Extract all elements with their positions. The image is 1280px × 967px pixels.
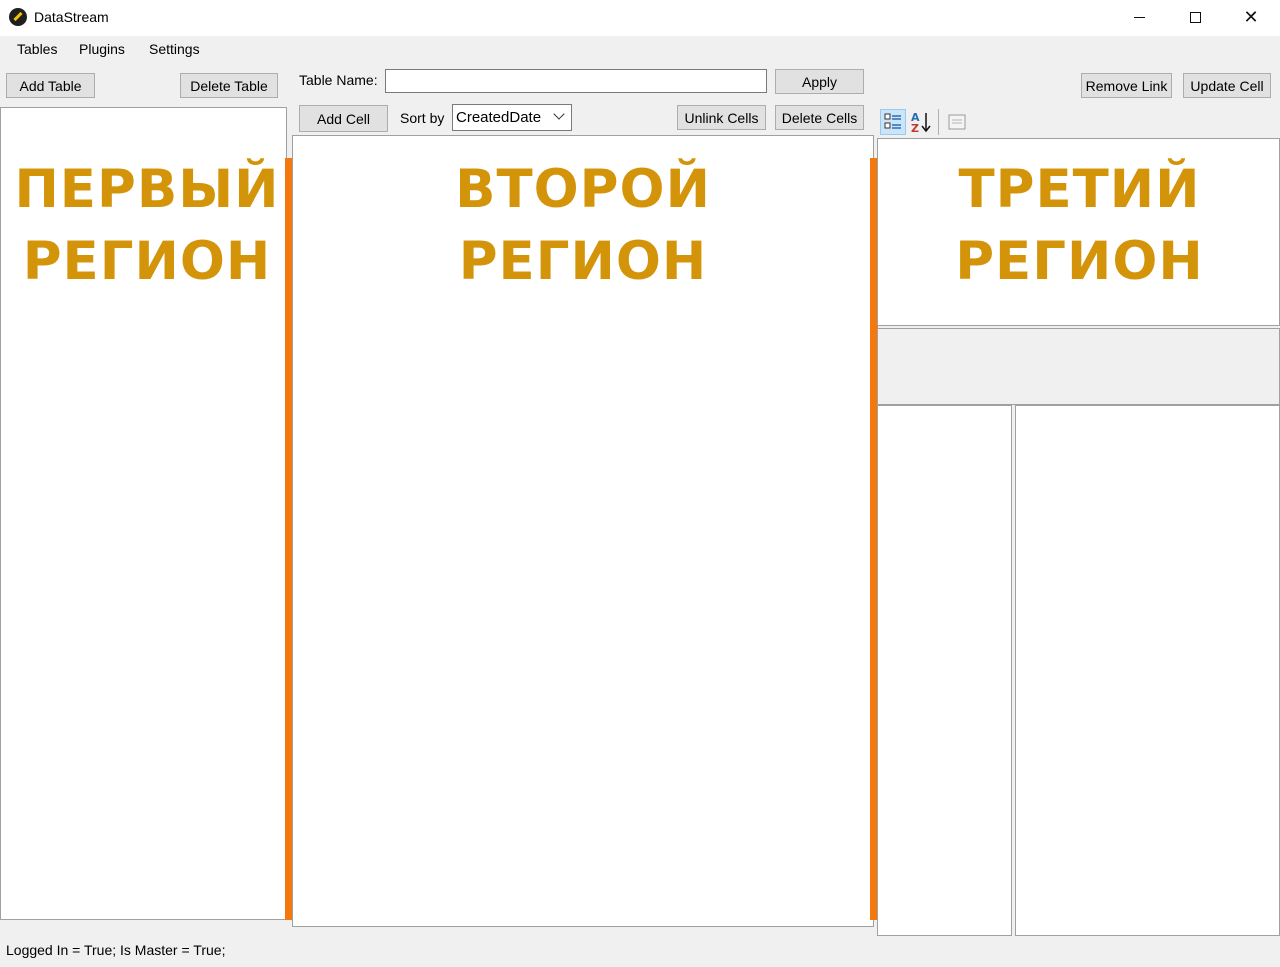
links-list-panel[interactable] <box>877 405 1012 936</box>
app-logo-icon <box>9 8 27 26</box>
cell-content-panel[interactable] <box>1015 405 1280 936</box>
sort-by-label: Sort by <box>400 110 445 126</box>
first-region-label: ПЕРВЫЙ РЕГИОН <box>1 154 293 298</box>
close-button[interactable]: ✕ <box>1223 0 1279 34</box>
remove-link-button[interactable]: Remove Link <box>1081 73 1172 98</box>
svg-text:Z: Z <box>911 122 919 134</box>
close-icon: ✕ <box>1243 6 1259 27</box>
second-region-panel[interactable]: ВТОРОЙ РЕГИОН <box>292 135 874 927</box>
third-region-panel[interactable]: ТРЕТИЙ РЕГИОН <box>877 138 1280 326</box>
second-region-label: ВТОРОЙ РЕГИОН <box>293 154 873 298</box>
third-region-label: ТРЕТИЙ РЕГИОН <box>878 154 1280 298</box>
first-region-panel[interactable]: ПЕРВЫЙ РЕГИОН <box>0 107 287 920</box>
maximize-icon <box>1189 11 1201 23</box>
minimize-icon <box>1133 16 1145 18</box>
property-description-pane <box>877 328 1280 405</box>
unlink-cells-button[interactable]: Unlink Cells <box>677 105 766 130</box>
table-name-label: Table Name: <box>299 72 378 88</box>
apply-button[interactable]: Apply <box>775 69 864 94</box>
third-region-line-2: РЕГИОН <box>955 231 1204 292</box>
chevron-down-icon <box>553 108 565 120</box>
toolbar-separator <box>938 109 939 135</box>
categorized-view-icon[interactable] <box>880 109 906 135</box>
minimize-button[interactable] <box>1111 0 1167 34</box>
update-cell-button[interactable]: Update Cell <box>1183 73 1271 98</box>
maximize-button[interactable] <box>1167 0 1223 34</box>
first-region-line-1: ПЕРВЫЙ <box>14 159 280 220</box>
menu-settings[interactable]: Settings <box>149 41 200 57</box>
sort-by-select[interactable]: CreatedDate <box>452 104 572 131</box>
status-text: Logged In = True; Is Master = True; <box>6 942 226 958</box>
property-pages-icon[interactable] <box>944 109 970 135</box>
alphabetical-sort-icon[interactable]: A Z <box>907 109 933 135</box>
delete-cells-button[interactable]: Delete Cells <box>775 105 864 130</box>
second-region-line-1: ВТОРОЙ <box>455 159 711 220</box>
third-region-line-1: ТРЕТИЙ <box>958 159 1201 220</box>
window-title: DataStream <box>34 9 109 25</box>
first-region-line-2: РЕГИОН <box>22 231 272 292</box>
second-region-line-2: РЕГИОН <box>458 231 708 292</box>
table-name-input[interactable] <box>385 69 767 93</box>
add-cell-button[interactable]: Add Cell <box>299 105 388 132</box>
menu-plugins[interactable]: Plugins <box>79 41 125 57</box>
add-table-button[interactable]: Add Table <box>6 73 95 98</box>
delete-table-button[interactable]: Delete Table <box>180 73 278 98</box>
title-bar: DataStream ✕ <box>0 0 1280 36</box>
sort-by-value: CreatedDate <box>456 109 542 126</box>
menu-tables[interactable]: Tables <box>17 41 57 57</box>
